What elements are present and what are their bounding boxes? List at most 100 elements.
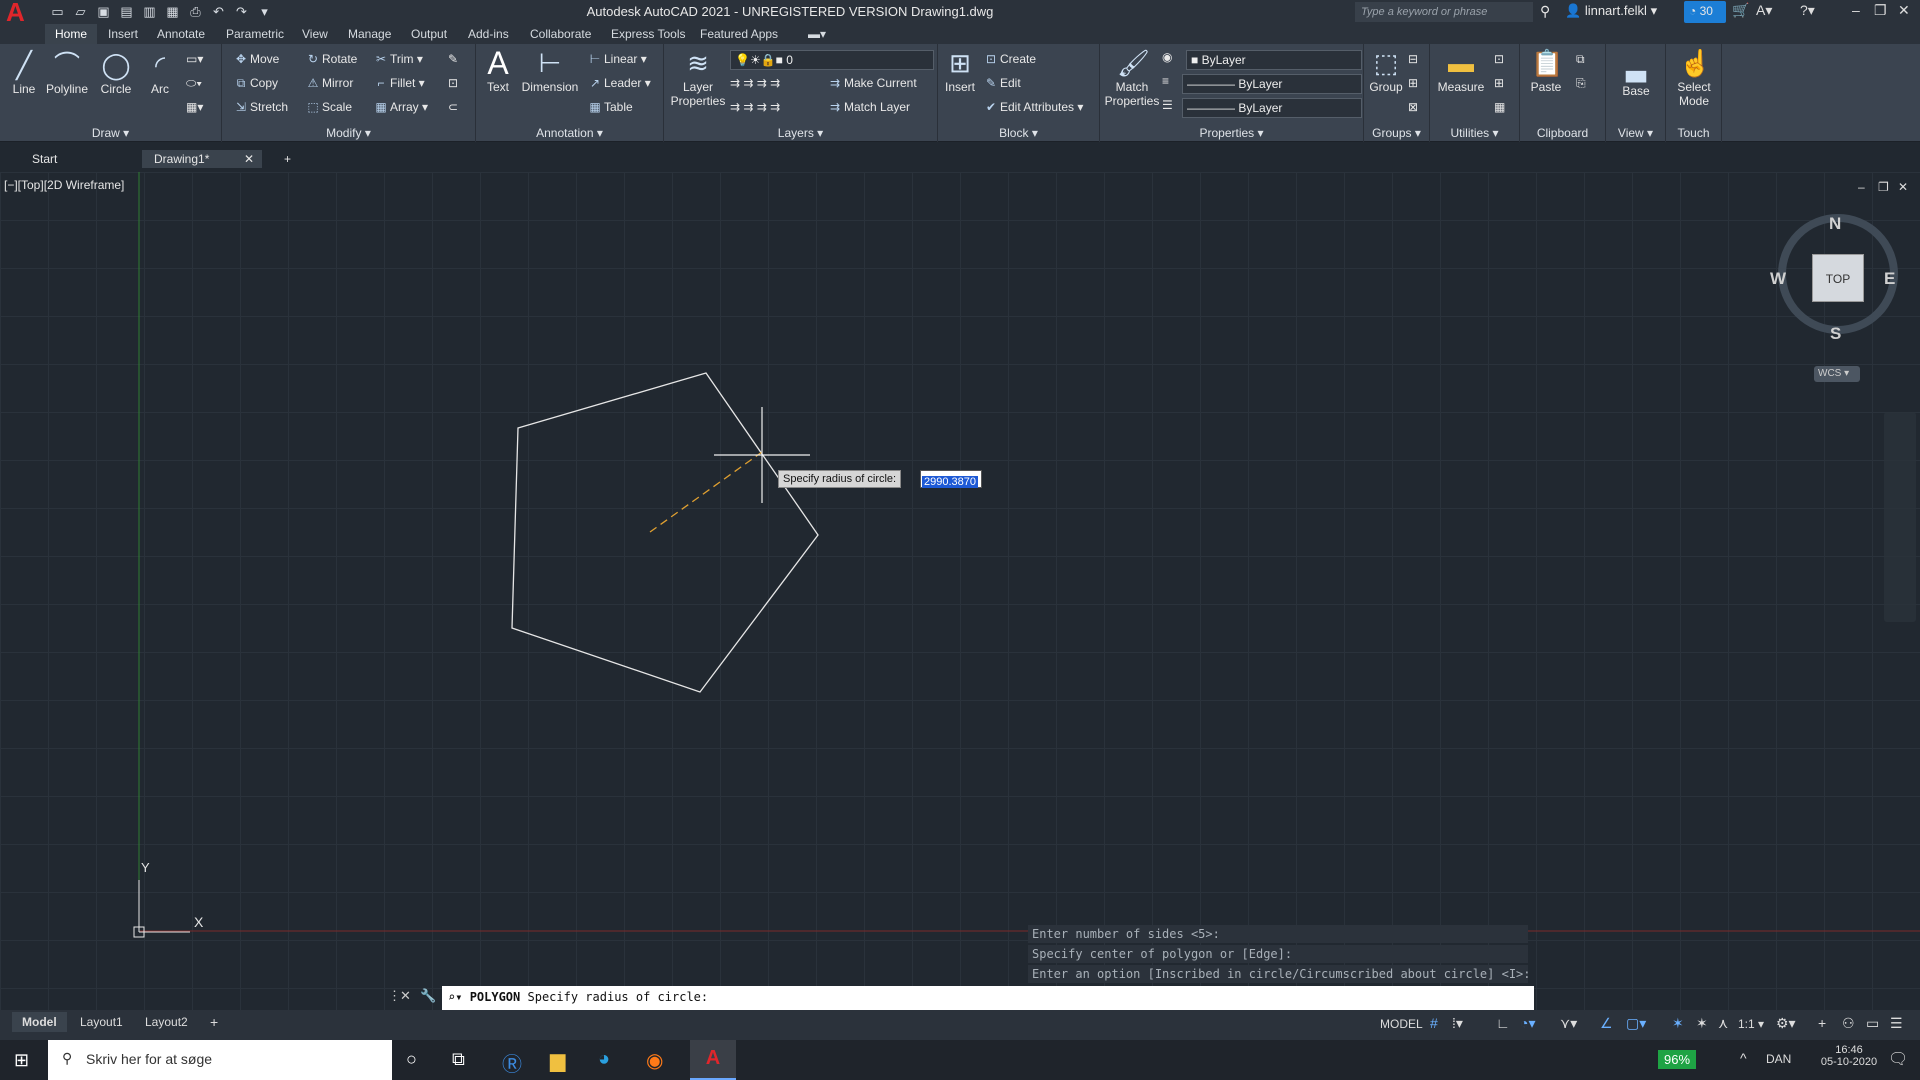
move-button[interactable]: ✥ Move [232, 52, 279, 66]
linear-button[interactable]: ⊢ Linear ▾ [586, 52, 647, 66]
radius-input[interactable]: 2990.3870 [920, 470, 982, 488]
restore-icon[interactable]: ❐ [1874, 2, 1887, 19]
tab-express-tools[interactable]: Express Tools [611, 27, 685, 41]
viewcube-top-face[interactable]: TOP [1812, 254, 1864, 302]
close-tab-icon[interactable]: ✕ [244, 152, 254, 166]
polyline-button[interactable]: ⌒ Polyline [44, 50, 90, 96]
stretch-button[interactable]: ⇲ Stretch [232, 100, 288, 114]
close-icon[interactable]: ✕ [1898, 2, 1910, 19]
leader-button[interactable]: ↗ Leader ▾ [586, 76, 651, 90]
user-account[interactable]: 👤 linnart.felkl ▾ [1565, 3, 1657, 19]
navigation-bar[interactable] [1884, 412, 1916, 622]
ortho-icon[interactable]: ∟ [1496, 1015, 1510, 1031]
a360-icon[interactable]: A▾ [1756, 2, 1772, 19]
dimension-button[interactable]: ⊢ Dimension [520, 48, 580, 94]
grid-icon[interactable]: # [1430, 1015, 1438, 1031]
trim-button[interactable]: ✂ Trim ▾ [372, 52, 423, 66]
taskbar-clock[interactable]: 16:46 05-10-2020 [1816, 1044, 1882, 1068]
insert-button[interactable]: ⊞ Insert [940, 48, 980, 94]
new-tab-icon[interactable]: + [276, 150, 299, 168]
groups-panel-label[interactable]: Groups ▾ [1364, 126, 1429, 140]
properties-panel-label[interactable]: Properties ▾ [1100, 126, 1363, 140]
hatch-icon[interactable]: ⬭▾ [186, 76, 202, 91]
modify-panel-label[interactable]: Modify ▾ [222, 126, 475, 140]
cut-clip-icon[interactable]: ⎘ [1576, 76, 1586, 91]
task-view-icon[interactable]: ⧉ [452, 1049, 465, 1070]
line-button[interactable]: ╱ Line [6, 50, 42, 96]
cmdline-close-icon[interactable]: ✕ [400, 988, 411, 1004]
tray-arrow-icon[interactable]: ^ [1740, 1050, 1747, 1066]
copy-clip-icon[interactable]: ⧉ [1576, 52, 1585, 67]
autocad-taskbar-icon[interactable]: A [690, 1040, 736, 1080]
isolate-objects-icon[interactable]: ⚇ [1842, 1015, 1855, 1032]
model-space-button[interactable]: MODEL [1380, 1017, 1423, 1031]
layout-tab-1[interactable]: Layout1 [80, 1015, 123, 1029]
polar-icon[interactable]: ◔▾ [1520, 1015, 1535, 1032]
tab-view[interactable]: View [302, 27, 328, 41]
auto-scale-icon[interactable]: ✶ [1696, 1015, 1708, 1032]
r-app-icon[interactable]: Ⓡ [502, 1048, 522, 1077]
measure-button[interactable]: ▬ Measure [1436, 48, 1486, 94]
compass-w[interactable]: W [1770, 269, 1786, 289]
fillet-button[interactable]: ⌐ Fillet ▾ [372, 76, 424, 90]
group-button[interactable]: ⬚ Group [1366, 48, 1406, 94]
compass-e[interactable]: E [1884, 269, 1895, 289]
linetype-icon[interactable]: ≡ [1162, 74, 1169, 88]
file-explorer-icon[interactable]: ▆ [550, 1048, 565, 1073]
annotation-visibility-icon[interactable]: ✶ [1672, 1015, 1684, 1032]
layout-tab-model[interactable]: Model [12, 1012, 67, 1032]
windows-start-icon[interactable]: ⊞ [14, 1050, 29, 1071]
layers-panel-label[interactable]: Layers ▾ [664, 126, 937, 140]
layer-dropdown[interactable]: 💡☀🔒■ 0 [730, 50, 934, 70]
explode-icon[interactable]: ⊡ [448, 76, 458, 90]
utilities-panel-label[interactable]: Utilities ▾ [1430, 126, 1519, 140]
create-block-button[interactable]: ⊡ Create [982, 52, 1036, 66]
command-line-input[interactable]: ⌕▾ POLYGON Specify radius of circle: [442, 986, 1534, 1010]
circle-button[interactable]: ◯ Circle [96, 50, 136, 96]
snap-icon[interactable]: ⁞▾ [1452, 1015, 1463, 1032]
make-current-button[interactable]: ⇉ Make Current [826, 76, 917, 90]
language-indicator[interactable]: DAN [1766, 1052, 1791, 1066]
compass-n[interactable]: N [1829, 214, 1841, 234]
annotation-panel-label[interactable]: Annotation ▾ [476, 126, 663, 140]
copy-button[interactable]: ⧉ Copy [232, 76, 278, 91]
annotation-scale-icon[interactable]: ⋏ [1718, 1015, 1728, 1032]
edit-attributes-button[interactable]: ✔ Edit Attributes ▾ [982, 100, 1083, 114]
compass-s[interactable]: S [1830, 324, 1841, 344]
tab-output[interactable]: Output [411, 27, 447, 41]
match-properties-button[interactable]: 🖌 Match Properties [1102, 48, 1162, 108]
text-button[interactable]: A Text [480, 47, 516, 94]
doc-tab-drawing[interactable]: Drawing1* ✕ [142, 150, 262, 168]
search-icon[interactable]: ⚲ [1540, 3, 1550, 20]
cart-icon[interactable]: 🛒 [1732, 2, 1749, 19]
tab-manage[interactable]: Manage [348, 27, 391, 41]
drawing-area[interactable]: [−][Top][2D Wireframe] – ❐ ✕ Y X TOP N S… [0, 172, 1920, 1012]
ribbon-toggle-icon[interactable]: ▬▾ [808, 27, 826, 41]
group-select-icon[interactable]: ⊠ [1408, 100, 1418, 114]
cmdline-recent-icon[interactable]: ⌕▾ [448, 990, 470, 1004]
trial-days-badge[interactable]: ◔ 30 [1684, 1, 1726, 23]
minimize-icon[interactable]: – [1852, 2, 1860, 18]
layer-properties-button[interactable]: ≋ Layer Properties [666, 48, 730, 108]
offset-icon[interactable]: ⊂ [448, 100, 458, 114]
scale-button[interactable]: ⬚ Scale [304, 100, 352, 114]
color-wheel-icon[interactable]: ◉ [1162, 50, 1172, 64]
arc-button[interactable]: ◜ Arc [142, 50, 178, 96]
tab-insert[interactable]: Insert [108, 27, 138, 41]
lineweight-dropdown[interactable]: ———— ByLayer [1182, 98, 1362, 118]
battery-indicator[interactable]: 96% [1658, 1050, 1697, 1069]
notifications-icon[interactable]: 🗨 [1888, 1049, 1908, 1069]
rectangle-icon[interactable]: ▭▾ [186, 52, 203, 66]
firefox-icon[interactable]: ◉ [646, 1048, 663, 1073]
add-layout-icon[interactable]: + [210, 1014, 218, 1030]
tab-featured-apps[interactable]: Featured Apps [700, 27, 778, 41]
customize-status-icon[interactable]: ☰ [1890, 1015, 1903, 1032]
layout-tab-2[interactable]: Layout2 [145, 1015, 188, 1029]
taskbar-search[interactable]: ⚲ Skriv her for at søge [48, 1040, 392, 1080]
ungroup-icon[interactable]: ⊟ [1408, 52, 1418, 66]
match-layer-button[interactable]: ⇉ Match Layer [826, 100, 910, 114]
calculator-icon[interactable]: ▦ [1494, 100, 1505, 114]
color-dropdown[interactable]: ■ ByLayer [1186, 50, 1362, 70]
group-edit-icon[interactable]: ⊞ [1408, 76, 1418, 90]
draw-panel-label[interactable]: Draw ▾ [0, 126, 221, 140]
